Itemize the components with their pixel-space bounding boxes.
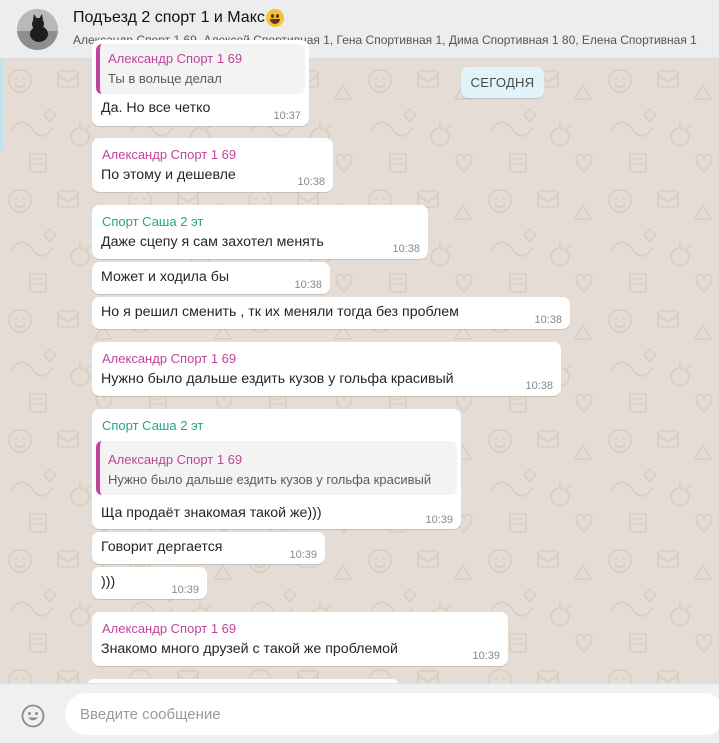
- message-text: Даже сцепу я сам захотел менять: [101, 234, 324, 250]
- message-time: 10:39: [171, 584, 199, 596]
- message-text: Говорит дергается: [101, 539, 223, 555]
- quoted-message[interactable]: Александр Спорт 1 69 Ты в вольце делал: [96, 44, 305, 94]
- message-bubble[interactable]: Спорт Саша 2 эт Александр Спорт 1 69 Нуж…: [92, 409, 461, 529]
- quoted-sender: Александр Спорт 1 69: [108, 452, 243, 467]
- message-text: Но я решил сменить , тк их меняли тогда …: [101, 304, 459, 320]
- message-time: 10:38: [297, 176, 325, 188]
- quoted-text: Ты в вольце делал: [108, 71, 222, 86]
- message-time: 10:38: [392, 243, 420, 255]
- group-avatar[interactable]: [17, 9, 58, 50]
- left-accent-strip: [0, 59, 3, 149]
- message-time: 10:39: [289, 549, 317, 561]
- message-bubble[interactable]: Может и ходила бы 10:38: [92, 262, 330, 294]
- quoted-text: Нужно было дальше ездить кузов у гольфа …: [108, 472, 432, 487]
- grinning-face-emoji-icon: [265, 9, 284, 27]
- message-bubble[interactable]: Но я решил сменить , тк их меняли тогда …: [92, 297, 570, 329]
- chat-title[interactable]: Подъезд 2 спорт 1 и Макс: [73, 8, 719, 28]
- message-bubble[interactable]: ))) 10:39: [92, 567, 207, 599]
- message-time: 10:38: [294, 279, 322, 291]
- message-text: ))): [101, 574, 116, 590]
- message-sender[interactable]: Александр Спорт 1 69: [102, 621, 236, 637]
- message-time: 10:39: [472, 650, 500, 662]
- message-sender[interactable]: Спорт Саша 2 эт: [102, 214, 203, 230]
- message-text: По этому и дешевле: [101, 167, 236, 183]
- message-sender[interactable]: Александр Спорт 1 69: [102, 147, 236, 163]
- date-separator: СЕГОДНЯ: [461, 67, 544, 98]
- message-bubble[interactable]: Говорит дергается 10:39: [92, 532, 325, 564]
- message-text: Ща продаёт знакомая такой же))): [101, 505, 322, 521]
- message-text: Да. Но все четко: [101, 100, 211, 116]
- message-text: Может и ходила бы: [101, 269, 230, 285]
- message-time: 10:39: [425, 514, 453, 526]
- message-time: 10:37: [273, 110, 301, 122]
- composer-bar: [0, 683, 719, 743]
- chat-title-text: Подъезд 2 спорт 1 и Макс: [73, 9, 265, 26]
- message-time: 10:38: [525, 380, 553, 392]
- message-time: 10:38: [534, 314, 562, 326]
- message-bubble[interactable]: Александр Спорт 1 69 Нужно было дальше е…: [92, 342, 561, 396]
- message-bubble[interactable]: Александр Спорт 1 69 По этому и дешевле …: [92, 138, 333, 192]
- quoted-message[interactable]: Александр Спорт 1 69 Нужно было дальше е…: [96, 441, 457, 495]
- message-text: Знакомо много друзей с такой же проблемо…: [101, 641, 398, 657]
- smiley-icon[interactable]: [21, 704, 45, 728]
- message-bubble[interactable]: Александр Спорт 1 69 Ты в вольце делал Д…: [92, 40, 309, 126]
- quoted-sender: Александр Спорт 1 69: [108, 51, 243, 66]
- message-sender[interactable]: Александр Спорт 1 69: [102, 351, 236, 367]
- message-bubble[interactable]: Александр Спорт 1 69 Знакомо много друзе…: [92, 612, 508, 666]
- message-text: Нужно было дальше ездить кузов у гольфа …: [101, 371, 454, 387]
- message-input[interactable]: [65, 693, 719, 735]
- message-sender[interactable]: Спорт Саша 2 эт: [102, 418, 203, 434]
- message-bubble[interactable]: Спорт Саша 2 эт Даже сцепу я сам захотел…: [92, 205, 428, 259]
